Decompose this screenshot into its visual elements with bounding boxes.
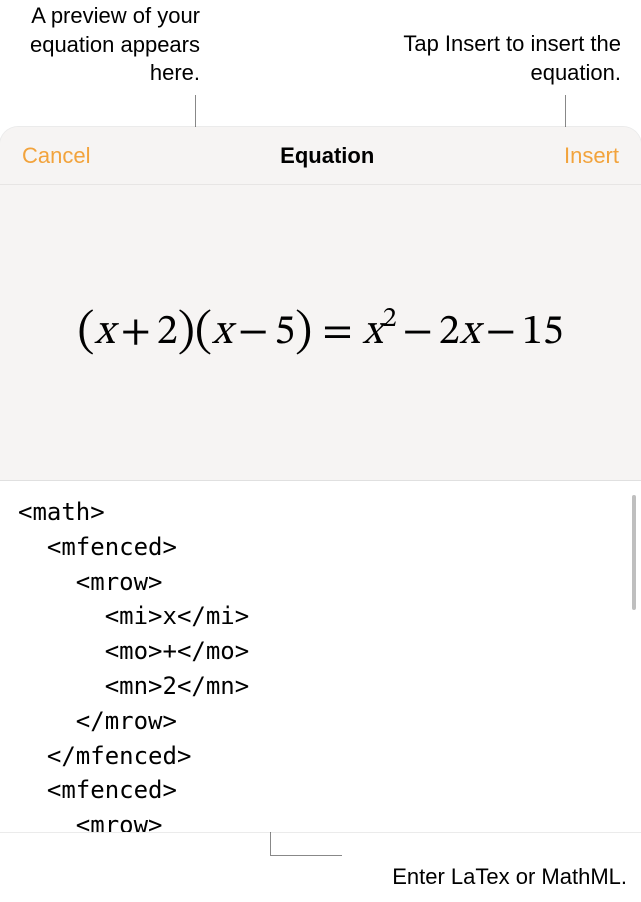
minus-op: − <box>232 311 274 353</box>
num-2: 2 <box>439 311 460 353</box>
plus-op: + <box>115 311 157 353</box>
num-5: 5 <box>274 311 295 353</box>
callout-line <box>270 855 342 856</box>
dialog-header: Cancel Equation Insert <box>0 127 641 185</box>
equation-preview: (x+2)(x−5)=x2−2x−15 <box>77 303 563 363</box>
equals-op: = <box>312 311 362 353</box>
equation-code-input[interactable]: <math> <mfenced> <mrow> <mi>x</mi> <mo>+… <box>0 480 641 832</box>
equation-dialog: Cancel Equation Insert (x+2)(x−5)=x2−2x−… <box>0 127 641 832</box>
cancel-button[interactable]: Cancel <box>22 143 90 169</box>
var-x: x <box>363 311 383 353</box>
right-paren: ) <box>178 309 195 357</box>
minus-op: − <box>397 311 439 353</box>
var-x: x <box>212 311 232 353</box>
equation-preview-area: (x+2)(x−5)=x2−2x−15 <box>0 185 641 480</box>
left-paren: ( <box>195 309 212 357</box>
var-x: x <box>95 311 115 353</box>
callout-input: Enter LaTex or MathML. <box>327 863 627 892</box>
dialog-title: Equation <box>280 143 374 169</box>
callout-insert: Tap Insert to insert the equation. <box>361 30 621 87</box>
scroll-indicator[interactable] <box>632 495 636 610</box>
num-2: 2 <box>157 311 178 353</box>
callout-preview: A preview of your equation appears here. <box>20 2 200 88</box>
exponent-2: 2 <box>383 305 397 333</box>
num-15: 15 <box>522 311 564 353</box>
left-paren: ( <box>77 309 94 357</box>
right-paren: ) <box>295 309 312 357</box>
var-x: x <box>460 311 480 353</box>
insert-button[interactable]: Insert <box>564 143 619 169</box>
minus-op: − <box>480 311 522 353</box>
